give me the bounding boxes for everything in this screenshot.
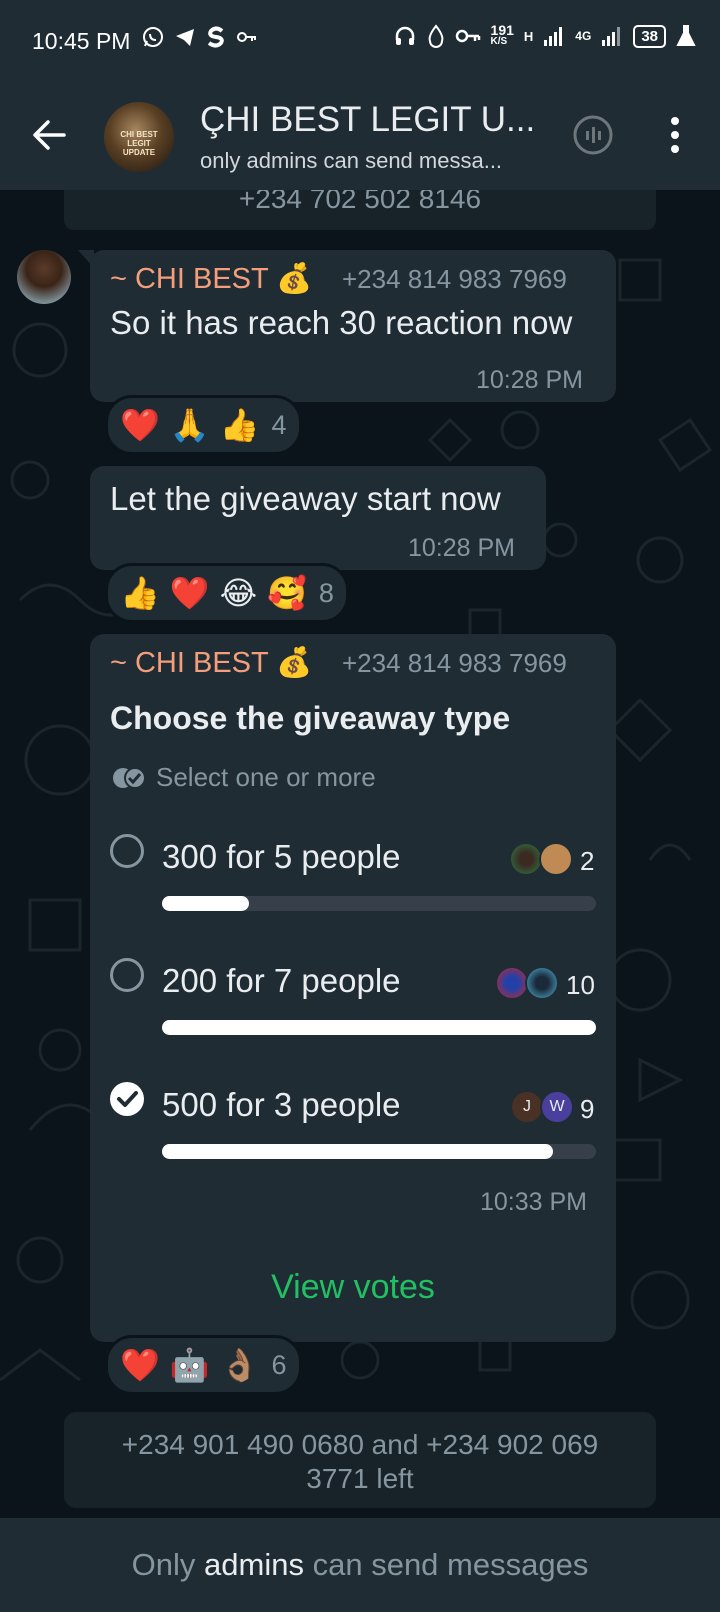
voter-avatar bbox=[539, 842, 573, 876]
status-bar: 10:45 PM 191 K/S H 4G 38 bbox=[0, 0, 720, 80]
reaction-emoji: 🥰 bbox=[267, 575, 307, 611]
reactions-bar[interactable]: ❤️ 🙏 👍 4 bbox=[105, 395, 302, 455]
bubble-tail bbox=[78, 250, 94, 268]
poll-hint-text: Select one or more bbox=[156, 762, 376, 792]
group-title[interactable]: ÇHI BEST LEGIT U... bbox=[200, 100, 535, 140]
message-text: So it has reach 30 reaction now bbox=[110, 304, 573, 341]
battery-indicator: 38 bbox=[633, 24, 666, 48]
vpn-key-icon bbox=[455, 29, 480, 43]
system-message-left: +234 901 490 0680 and +234 902 069 3771 … bbox=[64, 1412, 656, 1508]
back-arrow-icon[interactable] bbox=[30, 116, 68, 154]
message-time: 10:28 PM bbox=[476, 366, 584, 394]
message-phone[interactable]: +234 814 983 7969 bbox=[342, 264, 567, 295]
telegram-icon bbox=[176, 29, 194, 46]
checkmark-icon bbox=[117, 1091, 138, 1107]
signal-icon-2 bbox=[602, 27, 621, 46]
reaction-emoji: ❤️ bbox=[120, 407, 160, 443]
net-speed-value: 191 bbox=[490, 22, 514, 38]
poll-sender[interactable]: ~ CHI BEST 💰 bbox=[110, 646, 312, 680]
net-speed-unit: K/S bbox=[490, 36, 508, 47]
group-avatar[interactable]: CHI BEST LEGIT UPDATE bbox=[104, 102, 174, 172]
reaction-count: 4 bbox=[271, 409, 287, 440]
signal-icon bbox=[544, 27, 563, 46]
poll-option-radio[interactable] bbox=[110, 834, 144, 868]
message-bubble[interactable]: ~ CHI BEST 💰 +234 814 983 7969 So it has… bbox=[78, 250, 616, 402]
poll-hint: Select one or more bbox=[112, 762, 376, 793]
reactions-bar[interactable]: 👍 ❤️ 😂 🥰 8 bbox=[105, 563, 349, 623]
message-bubble[interactable]: Let the giveaway start now 10:28 PM bbox=[90, 466, 546, 570]
water-drop-icon bbox=[428, 24, 443, 48]
group-avatar-text: CHI BEST LEGIT UPDATE bbox=[120, 130, 158, 157]
group-subtitle[interactable]: only admins can send messa... bbox=[200, 148, 502, 174]
message-time: 10:28 PM bbox=[408, 534, 516, 562]
poll-option-bar bbox=[162, 1020, 596, 1035]
reaction-emoji: ❤️ bbox=[169, 575, 210, 611]
whatsapp-icon bbox=[143, 27, 163, 47]
view-votes-button[interactable]: View votes bbox=[90, 1268, 616, 1307]
poll-option-count: 10 bbox=[566, 970, 595, 1000]
double-check-icon bbox=[113, 766, 146, 789]
reaction-emoji: 👍 bbox=[120, 575, 160, 611]
status-time: 10:45 PM bbox=[32, 28, 131, 54]
poll-option-bar bbox=[162, 1144, 596, 1159]
headphones-icon bbox=[395, 26, 414, 45]
poll-option-bar bbox=[162, 896, 596, 911]
voter-avatar: J bbox=[510, 1090, 544, 1124]
poll-option-bar-fill bbox=[162, 1020, 596, 1035]
poll-option-bar-fill bbox=[162, 896, 249, 911]
poll-option-radio-checked[interactable] bbox=[110, 1082, 144, 1116]
reaction-emoji: 🙏 bbox=[169, 407, 210, 443]
voter-avatar bbox=[525, 966, 559, 1000]
notification-icons bbox=[142, 26, 258, 48]
system-message-text: +234 702 502 8146 bbox=[238, 190, 482, 214]
reactions-bar[interactable]: ❤️ 🤖 👌🏽 6 bbox=[105, 1335, 302, 1395]
sender-avatar[interactable] bbox=[17, 250, 71, 304]
poll-phone[interactable]: +234 814 983 7969 bbox=[342, 648, 567, 679]
key-icon bbox=[237, 32, 256, 42]
reaction-emoji: 😂 bbox=[219, 575, 258, 611]
network-type-h: H bbox=[523, 28, 534, 44]
network-type-4g: 4G bbox=[575, 29, 592, 43]
reaction-emoji: 👌🏽 bbox=[219, 1347, 260, 1383]
more-options-icon[interactable] bbox=[665, 114, 685, 156]
poll-question: Choose the giveaway type bbox=[110, 700, 511, 736]
message-sender[interactable]: ~ CHI BEST 💰 bbox=[110, 262, 312, 296]
system-icons: 191 K/S H 4G 38 bbox=[393, 22, 696, 48]
footer-text-before: Only bbox=[131, 1547, 196, 1582]
poll-option-count: 2 bbox=[580, 846, 595, 876]
voter-avatar: W bbox=[540, 1090, 574, 1124]
reaction-emoji: 🤖 bbox=[169, 1347, 210, 1383]
footer-text-after: can send messages bbox=[312, 1547, 589, 1582]
chat-header: CHI BEST LEGIT UPDATE ÇHI BEST LEGIT U..… bbox=[0, 80, 720, 190]
reaction-emoji: ❤️ bbox=[120, 1347, 160, 1383]
poll-time: 10:33 PM bbox=[480, 1188, 588, 1216]
poll-option-count: 9 bbox=[580, 1094, 595, 1124]
network-speed: 191 K/S bbox=[490, 22, 514, 48]
poll-option-bar-fill bbox=[162, 1144, 553, 1159]
poll-option-label[interactable]: 300 for 5 people bbox=[162, 838, 401, 876]
reaction-count: 6 bbox=[271, 1349, 287, 1380]
footer-admins-link[interactable]: admins bbox=[204, 1547, 304, 1582]
voice-chat-icon[interactable] bbox=[572, 114, 614, 156]
voter-avatar bbox=[509, 842, 543, 876]
system-message-text: +234 901 490 0680 and +234 902 069 3771 … bbox=[121, 1429, 599, 1494]
admins-only-footer: Only admins can send messages bbox=[0, 1518, 720, 1612]
reaction-emoji: 👍 bbox=[219, 407, 260, 443]
poll-option-label[interactable]: 200 for 7 people bbox=[162, 962, 401, 1000]
voter-avatar bbox=[495, 966, 529, 1000]
s-app-icon bbox=[207, 26, 224, 48]
message-text: Let the giveaway start now bbox=[110, 480, 501, 517]
poll-option-radio[interactable] bbox=[110, 958, 144, 992]
reaction-count: 8 bbox=[318, 577, 334, 608]
flask-icon bbox=[676, 25, 696, 46]
poll-option-label[interactable]: 500 for 3 people bbox=[162, 1086, 401, 1124]
system-message-cutoff: +234 702 502 8146 bbox=[64, 190, 656, 230]
